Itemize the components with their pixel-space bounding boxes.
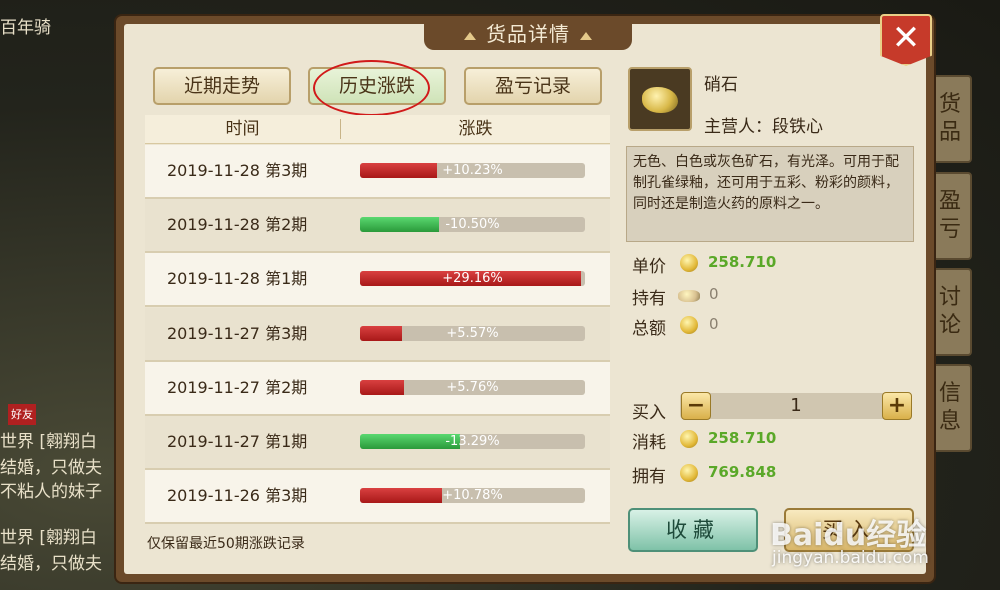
history-table-header: 时间 涨跌 [145, 115, 610, 144]
tab-profit-record[interactable]: 盈亏记录 [464, 67, 602, 105]
dialog-title: 货品详情 [486, 22, 570, 46]
column-header-change: 涨跌 [458, 119, 493, 139]
change-bar: +5.57% [360, 325, 585, 341]
bg-chat-line: 不粘人的妹子 [0, 482, 102, 502]
column-header-time: 时间 [225, 119, 260, 139]
own-label: 拥有 [632, 467, 666, 487]
side-tab-profit[interactable]: 盈亏 [928, 172, 972, 260]
close-icon: ✕ [891, 18, 921, 58]
history-footnote: 仅保留最近50期涨跌记录 [147, 536, 305, 552]
change-value: +10.78% [442, 488, 503, 504]
favorite-button[interactable]: 收藏 [628, 508, 758, 552]
row-date: 2019-11-28 第2期 [167, 215, 308, 235]
quantity-input[interactable]: 1 [740, 393, 852, 419]
side-tab-info[interactable]: 信息 [928, 364, 972, 452]
bg-chat-line: 结婚，只做夫 [0, 458, 102, 478]
unit-price-value: 258.710 [708, 253, 777, 271]
total-label: 总额 [632, 319, 666, 339]
bg-chat-line: 世界 [翱翔白 [0, 432, 98, 452]
item-description: 无色、白色或灰色矿石，有光泽。可用于配制孔雀绿釉，还可用于五彩、粉彩的颜料，同时… [626, 146, 914, 242]
own-value: 769.848 [708, 463, 777, 481]
change-value: +10.23% [442, 163, 503, 178]
item-owner: 主营人：段铁心 [704, 117, 823, 137]
plus-button[interactable]: + [882, 392, 912, 420]
table-row: 2019-11-26 第3期 +10.78% [145, 470, 610, 525]
holding-label: 持有 [632, 289, 666, 309]
item-name: 硝石 [704, 75, 738, 95]
change-bar: +10.78% [360, 488, 585, 504]
row-date: 2019-11-28 第1期 [167, 269, 308, 289]
change-value: -10.50% [445, 217, 500, 233]
row-date: 2019-11-28 第3期 [167, 161, 308, 180]
table-row: 2019-11-27 第3期 +5.57% [145, 307, 610, 362]
coin-icon [680, 464, 698, 482]
change-bar: +5.76% [360, 379, 585, 395]
table-row: 2019-11-28 第2期 -10.50% [145, 199, 610, 254]
table-row: 2019-11-28 第1期 +29.16% [145, 253, 610, 308]
highlight-annotation-circle [313, 60, 430, 116]
dialog-title-banner: 货品详情 [424, 18, 632, 50]
row-date: 2019-11-26 第3期 [167, 486, 308, 506]
cost-label: 消耗 [632, 433, 666, 453]
side-tab-discuss[interactable]: 讨论 [928, 268, 972, 356]
minus-button[interactable]: − [681, 392, 711, 420]
unit-price-label: 单价 [632, 257, 666, 277]
side-tab-goods[interactable]: 货品 [928, 75, 972, 163]
coin-icon [680, 430, 698, 448]
close-button[interactable]: ✕ [880, 14, 932, 66]
bg-player-name: 百年骑 [0, 18, 51, 38]
bg-chat-line: 世界 [翱翔白 [0, 528, 98, 548]
coin-icon [680, 254, 698, 272]
change-value: +5.76% [446, 379, 499, 395]
change-bar: -10.50% [360, 217, 585, 233]
holding-value: 0 [709, 285, 719, 303]
saltpeter-rock-icon [628, 67, 692, 131]
change-value: +5.57% [446, 325, 499, 341]
buy-quantity-label: 买入 [632, 403, 666, 423]
baidu-watermark-url: jingyan.baidu.com [772, 548, 929, 568]
tab-recent-trend[interactable]: 近期走势 [153, 67, 291, 105]
change-bar: +10.23% [360, 163, 585, 178]
row-date: 2019-11-27 第1期 [167, 432, 308, 451]
bg-friend-label: 好友 [8, 404, 36, 425]
goods-ingot-icon [678, 290, 700, 302]
row-date: 2019-11-27 第3期 [167, 323, 308, 343]
ornament-icon [580, 31, 592, 40]
change-bar: -13.29% [360, 434, 585, 449]
table-row: 2019-11-27 第1期 -13.29% [145, 416, 610, 470]
cost-value: 258.710 [708, 429, 777, 447]
total-value: 0 [709, 315, 719, 333]
change-value: -13.29% [445, 434, 500, 449]
change-bar: +29.16% [360, 271, 585, 287]
change-value: +29.16% [442, 271, 503, 287]
ornament-icon [464, 31, 476, 40]
bg-chat-line: 结婚，只做夫 [0, 554, 102, 574]
table-row: 2019-11-27 第2期 +5.76% [145, 361, 610, 416]
table-row: 2019-11-28 第3期 +10.23% [145, 145, 610, 199]
row-date: 2019-11-27 第2期 [167, 377, 308, 397]
coin-icon [680, 316, 698, 334]
